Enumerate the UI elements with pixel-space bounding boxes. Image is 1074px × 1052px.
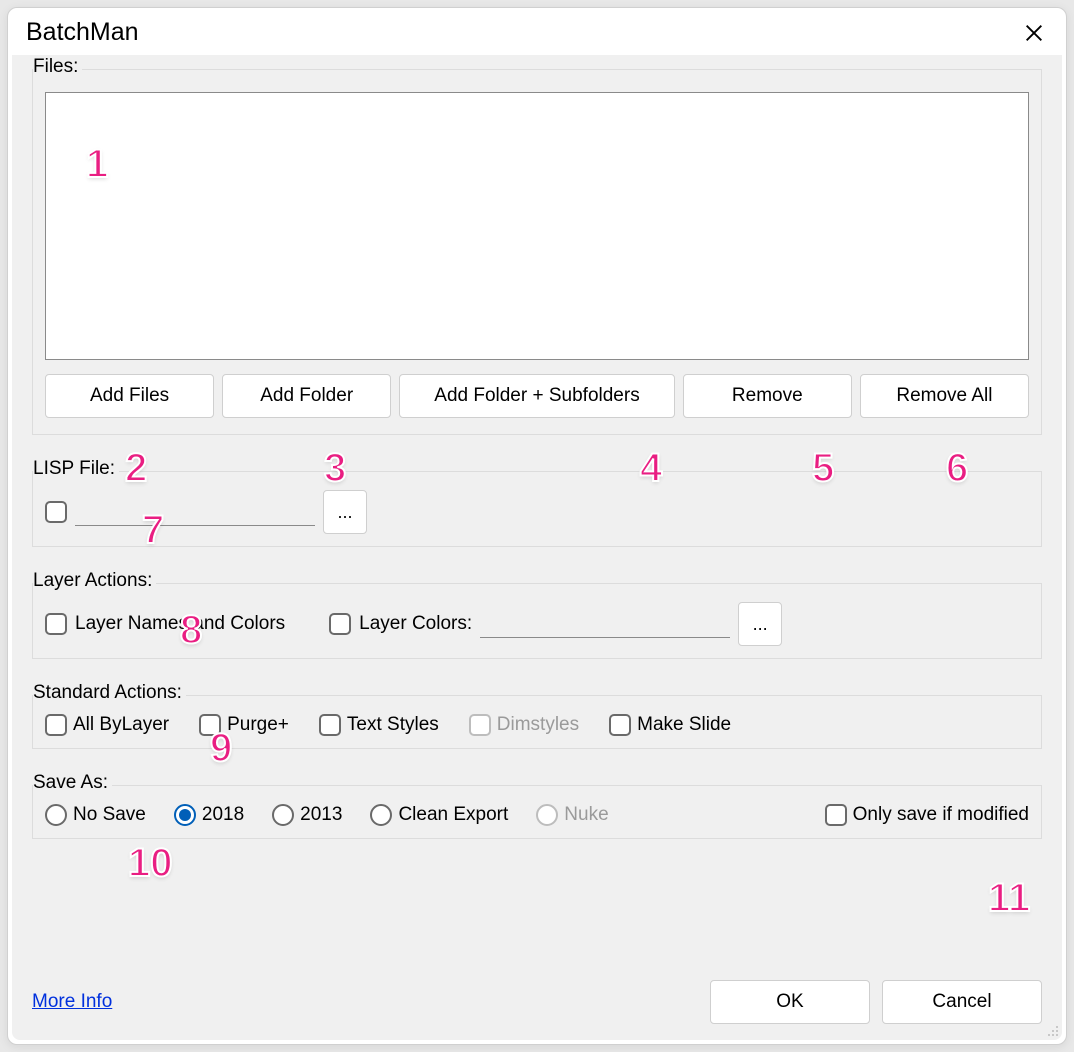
lisp-enable-checkbox[interactable] <box>45 501 67 523</box>
layer-names-colors-checkbox[interactable] <box>45 613 67 635</box>
window-title: BatchMan <box>26 18 139 47</box>
standard-actions-group: Standard Actions: All ByLayer Purge+ Tex… <box>32 695 1042 749</box>
close-icon[interactable] <box>1020 19 1048 47</box>
text-styles-label: Text Styles <box>347 714 439 736</box>
files-listbox[interactable] <box>45 92 1029 360</box>
make-slide-label: Make Slide <box>637 714 731 736</box>
layer-names-colors-label: Layer Names and Colors <box>75 613 285 635</box>
files-legend: Files: <box>33 56 82 78</box>
layer-legend: Layer Actions: <box>33 570 156 592</box>
no-save-radio[interactable] <box>45 804 67 826</box>
no-save-label: No Save <box>73 804 146 826</box>
lisp-browse-button[interactable]: ... <box>323 490 367 534</box>
all-bylayer-label: All ByLayer <box>73 714 169 736</box>
add-files-button[interactable]: Add Files <box>45 374 214 418</box>
save-2013-radio[interactable] <box>272 804 294 826</box>
purge-label: Purge+ <box>227 714 289 736</box>
clean-export-label: Clean Export <box>398 804 508 826</box>
layer-colors-input[interactable] <box>480 610 730 638</box>
add-folder-subfolders-button[interactable]: Add Folder + Subfolders <box>399 374 674 418</box>
only-save-if-modified-checkbox[interactable] <box>825 804 847 826</box>
lisp-legend: LISP File: <box>33 458 119 480</box>
titlebar: BatchMan <box>8 8 1066 55</box>
layer-colors-browse-button[interactable]: ... <box>738 602 782 646</box>
lisp-group: LISP File: ... <box>32 471 1042 547</box>
clean-export-radio[interactable] <box>370 804 392 826</box>
text-styles-checkbox[interactable] <box>319 714 341 736</box>
remove-button[interactable]: Remove <box>683 374 852 418</box>
cancel-button[interactable]: Cancel <box>882 980 1042 1024</box>
layer-colors-checkbox[interactable] <box>329 613 351 635</box>
files-group: Files: Add Files Add Folder Add Folder +… <box>32 69 1042 435</box>
ok-button[interactable]: OK <box>710 980 870 1024</box>
add-folder-button[interactable]: Add Folder <box>222 374 391 418</box>
save-2013-label: 2013 <box>300 804 342 826</box>
nuke-radio <box>536 804 558 826</box>
dialog-window: BatchMan Files: Add Files Add Folder Add… <box>7 7 1067 1045</box>
more-info-link[interactable]: More Info <box>32 991 112 1013</box>
make-slide-checkbox[interactable] <box>609 714 631 736</box>
layer-actions-group: Layer Actions: Layer Names and Colors La… <box>32 583 1042 659</box>
remove-all-button[interactable]: Remove All <box>860 374 1029 418</box>
dimstyles-checkbox <box>469 714 491 736</box>
save-as-group: Save As: No Save 2018 2013 Clean Export <box>32 785 1042 839</box>
only-save-if-modified-label: Only save if modified <box>853 804 1029 826</box>
save-legend: Save As: <box>33 772 112 794</box>
purge-checkbox[interactable] <box>199 714 221 736</box>
save-2018-radio[interactable] <box>174 804 196 826</box>
dialog-content: Files: Add Files Add Folder Add Folder +… <box>12 55 1062 1040</box>
nuke-label: Nuke <box>564 804 608 826</box>
resize-grip-icon[interactable] <box>1044 1022 1060 1038</box>
save-2018-label: 2018 <box>202 804 244 826</box>
std-legend: Standard Actions: <box>33 682 186 704</box>
all-bylayer-checkbox[interactable] <box>45 714 67 736</box>
layer-colors-label: Layer Colors: <box>359 613 472 635</box>
dimstyles-label: Dimstyles <box>497 714 579 736</box>
dialog-footer: More Info OK Cancel <box>32 960 1042 1024</box>
lisp-path-input[interactable] <box>75 498 315 526</box>
